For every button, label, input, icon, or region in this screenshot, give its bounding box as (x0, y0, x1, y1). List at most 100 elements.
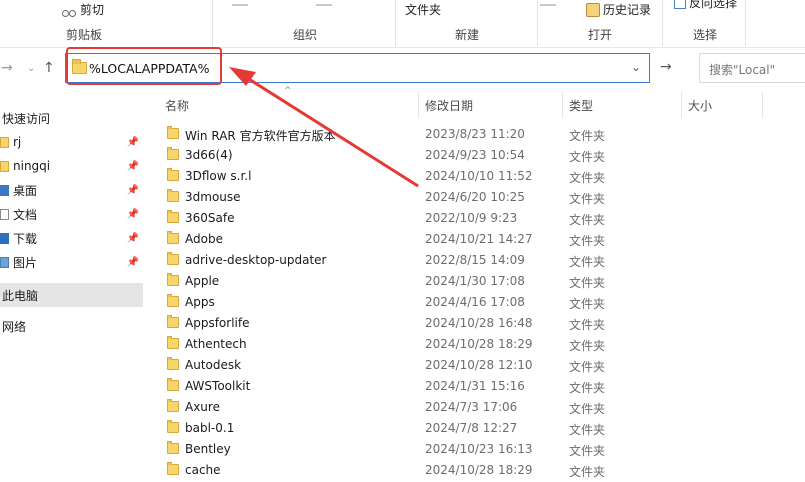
column-divider[interactable] (681, 92, 682, 118)
file-type: 文件夹 (569, 150, 606, 164)
sidebar-item-this-pc[interactable]: 此电脑 (0, 283, 143, 307)
file-row[interactable]: Bentley 2024/10/23 16:13 文件夹 (165, 439, 785, 460)
sidebar-item-downloads[interactable]: 下载 📌 (0, 226, 143, 250)
file-name: 3Dflow s.r.l (185, 169, 252, 183)
cut-button[interactable]: 剪切 (62, 1, 104, 18)
go-button[interactable]: → (660, 59, 672, 75)
file-date: 2024/7/3 17:06 (425, 400, 518, 414)
file-type: 文件夹 (569, 444, 606, 458)
open-group-label: 打开 (588, 28, 613, 42)
pictures-icon (0, 256, 9, 268)
folder-icon (167, 336, 179, 349)
ribbon-partial-control (232, 0, 248, 6)
file-name: AWSToolkit (185, 379, 251, 393)
folder-icon (167, 357, 179, 370)
file-row[interactable]: Axure 2024/7/3 17:06 文件夹 (165, 397, 785, 418)
file-type: 文件夹 (569, 465, 606, 479)
file-row[interactable]: cache 2024/10/28 18:29 文件夹 (165, 460, 785, 481)
forward-button[interactable]: → (1, 60, 13, 76)
file-date: 2024/10/28 18:29 (425, 337, 533, 351)
column-header-date[interactable]: 修改日期 (425, 97, 473, 114)
file-type: 文件夹 (569, 339, 606, 353)
file-row[interactable]: Appsforlife 2024/10/28 16:48 文件夹 (165, 313, 785, 334)
ribbon-divider (537, 0, 538, 46)
file-row[interactable]: Autodesk 2024/10/28 12:10 文件夹 (165, 355, 785, 376)
file-name: cache (185, 463, 221, 477)
file-row[interactable]: AWSToolkit 2024/1/31 15:16 文件夹 (165, 376, 785, 397)
sidebar-item-desktop[interactable]: 桌面 📌 (0, 178, 143, 202)
sidebar-item-documents[interactable]: 文档 📌 (0, 202, 143, 226)
file-type: 文件夹 (569, 423, 606, 437)
folder-icon (167, 210, 179, 223)
file-type: 文件夹 (569, 171, 606, 185)
file-row[interactable]: Win RAR 官方软件官方版本 2023/8/23 11:20 文件夹 (165, 124, 785, 145)
desktop-icon (0, 184, 9, 196)
organize-group-label: 组织 (293, 28, 318, 42)
new-folder-label: 文件夹 (405, 3, 442, 17)
sidebar-quick-access[interactable]: 快速访问 (2, 106, 145, 130)
navigation-pane: 快速访问 rj 📌 ningqi 📌 桌面 📌 文档 📌 下载 📌 图片 📌 此… (0, 90, 143, 482)
history-icon (586, 2, 600, 17)
ribbon-partial-control (316, 0, 332, 6)
file-row[interactable]: Apps 2024/4/16 17:08 文件夹 (165, 292, 785, 313)
file-row[interactable]: 3Dflow s.r.l 2024/10/10 11:52 文件夹 (165, 166, 785, 187)
pin-icon: 📌 (126, 232, 139, 244)
folder-icon (0, 160, 9, 172)
invert-selection-button[interactable]: 反向选择 (674, 0, 737, 11)
file-name: Appsforlife (185, 316, 250, 330)
column-divider[interactable] (418, 92, 419, 118)
folder-icon (167, 273, 179, 286)
sidebar-item-label: 网络 (2, 319, 27, 334)
sidebar-item-network[interactable]: 网络 (0, 314, 143, 338)
column-divider[interactable] (762, 92, 763, 118)
ribbon-divider (662, 0, 663, 46)
chevron-down-icon[interactable]: ⌄ (631, 60, 641, 74)
file-type: 文件夹 (569, 402, 606, 416)
address-path[interactable]: %LOCALAPPDATA% (89, 61, 209, 76)
column-header-type[interactable]: 类型 (569, 97, 593, 114)
recent-locations-button[interactable]: ⌄ (27, 63, 35, 74)
column-header-name[interactable]: 名称 (165, 97, 189, 114)
search-input[interactable]: 搜索"Local" (699, 53, 805, 83)
ribbon-divider (212, 0, 213, 46)
sidebar-item-rj[interactable]: rj 📌 (0, 130, 143, 154)
file-date: 2024/10/21 14:27 (425, 232, 533, 246)
file-date: 2024/6/20 10:25 (425, 190, 525, 204)
ribbon: 剪切 剪贴板 组织 文件夹 新建 历史记录 打开 反向选择 选择 (0, 0, 805, 48)
file-name: Adobe (185, 232, 223, 246)
pin-icon: 📌 (126, 184, 139, 196)
file-row[interactable]: adrive-desktop-updater 2022/8/15 14:09 文件夹 (165, 250, 785, 271)
history-button[interactable]: 历史记录 (586, 1, 651, 18)
file-date: 2024/1/31 15:16 (425, 379, 525, 393)
file-name: babl-0.1 (185, 421, 235, 435)
file-type: 文件夹 (569, 129, 606, 143)
file-date: 2024/9/23 10:54 (425, 148, 525, 162)
file-row[interactable]: Apple 2024/1/30 17:08 文件夹 (165, 271, 785, 292)
new-folder-button[interactable]: 文件夹 (405, 1, 441, 18)
cut-label: 剪切 (80, 3, 105, 17)
column-divider[interactable] (562, 92, 563, 118)
up-button[interactable]: ↑ (43, 60, 55, 76)
folder-icon (167, 441, 179, 454)
sidebar-item-label: 图片 (13, 255, 38, 270)
scissors-icon (62, 3, 76, 17)
folder-icon (167, 315, 179, 328)
sidebar-item-pictures[interactable]: 图片 📌 (0, 250, 143, 274)
ribbon-divider (745, 0, 746, 46)
file-name: 3dmouse (185, 190, 241, 204)
file-name: Axure (185, 400, 220, 414)
file-row[interactable]: 360Safe 2022/10/9 9:23 文件夹 (165, 208, 785, 229)
file-type: 文件夹 (569, 276, 606, 290)
sidebar-item-label: 快速访问 (2, 111, 51, 126)
file-row[interactable]: Adobe 2024/10/21 14:27 文件夹 (165, 229, 785, 250)
file-row[interactable]: Athentech 2024/10/28 18:29 文件夹 (165, 334, 785, 355)
ribbon-divider (395, 0, 396, 46)
address-bar[interactable]: %LOCALAPPDATA% ⌄ (65, 53, 650, 83)
folder-icon (167, 462, 179, 475)
file-row[interactable]: babl-0.1 2024/7/8 12:27 文件夹 (165, 418, 785, 439)
sidebar-item-ningqi[interactable]: ningqi 📌 (0, 154, 143, 178)
file-type: 文件夹 (569, 318, 606, 332)
file-row[interactable]: 3d66(4) 2024/9/23 10:54 文件夹 (165, 145, 785, 166)
column-header-size[interactable]: 大小 (688, 97, 712, 114)
file-row[interactable]: 3dmouse 2024/6/20 10:25 文件夹 (165, 187, 785, 208)
